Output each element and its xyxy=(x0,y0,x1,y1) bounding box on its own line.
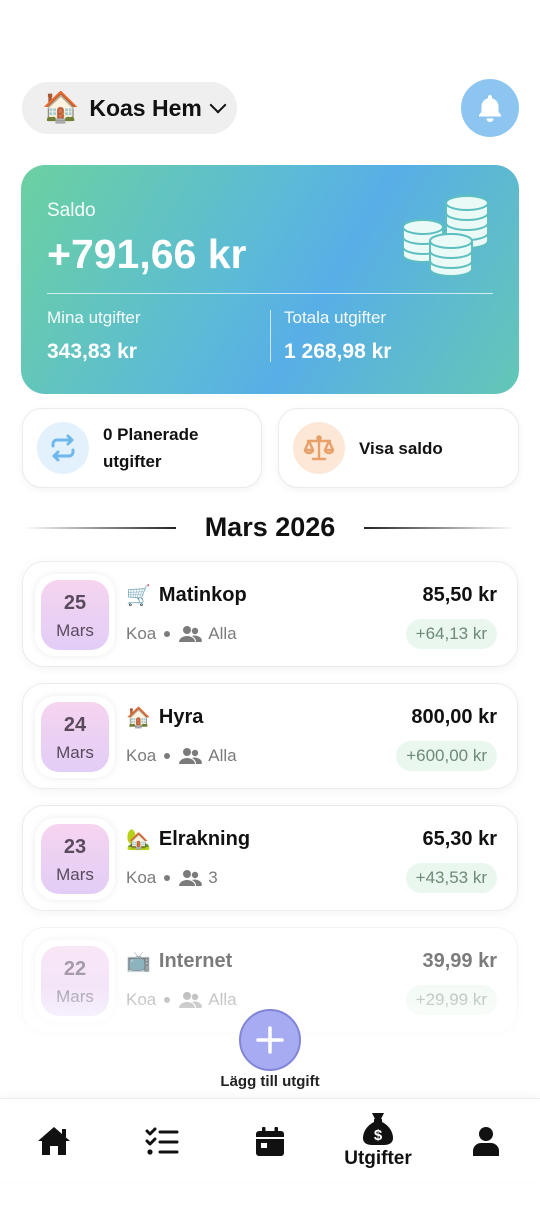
expense-payer: Koa xyxy=(126,746,157,765)
expense-day: 24 xyxy=(63,714,87,736)
separator-dot xyxy=(164,753,171,759)
expense-participants: Alla xyxy=(208,746,237,765)
date-badge: 25 Mars xyxy=(41,580,109,650)
expense-participants: Alla xyxy=(208,624,237,643)
scale-icon-wrap xyxy=(293,422,345,474)
category-icon: 🏠 xyxy=(126,705,151,729)
repeat-icon xyxy=(51,434,75,462)
expense-payer: Koa xyxy=(126,624,157,643)
total-expenses-label: Totala utgifter xyxy=(284,308,387,327)
nav-expenses[interactable]: $ Utgifter xyxy=(324,1099,432,1183)
expense-title-text: Elrakning xyxy=(158,827,251,850)
expense-day: 22 xyxy=(63,958,87,980)
expense-title: 🏡 Elrakning xyxy=(126,827,250,851)
expense-amount: 800,00 kr xyxy=(411,706,497,728)
expense-title-text: Internet xyxy=(158,949,233,972)
balance-divider xyxy=(47,293,493,294)
vertical-divider xyxy=(270,310,271,362)
planned-expenses-line1: 0 Planerade xyxy=(103,425,199,444)
nav-home[interactable] xyxy=(0,1099,108,1183)
chevron-down-icon xyxy=(209,96,227,114)
checklist-icon xyxy=(145,1127,179,1155)
expense-share: +43,53 kr xyxy=(405,863,497,893)
nav-tasks[interactable] xyxy=(108,1099,216,1183)
expense-payer: Koa xyxy=(126,868,157,887)
money-bag-icon: $ xyxy=(363,1113,393,1145)
user-icon xyxy=(473,1127,499,1156)
expense-title: 🛒 Matinkop xyxy=(126,583,247,607)
total-expenses: Totala utgifter 1 268,98 kr xyxy=(284,308,391,364)
notifications-button[interactable] xyxy=(461,79,519,137)
expense-month: Mars xyxy=(56,743,94,762)
expense-card[interactable]: 25 Mars 🛒 Matinkop Koa Alla 85,50 kr +64… xyxy=(22,561,518,667)
expense-card[interactable]: 23 Mars 🏡 Elrakning Koa 3 65,30 kr +43,5… xyxy=(22,805,518,911)
month-header: Mars 2026 xyxy=(24,508,516,546)
balance-label: Saldo xyxy=(47,200,96,221)
expense-meta: Koa 3 xyxy=(126,868,218,888)
add-expense-button[interactable] xyxy=(239,1009,301,1071)
expense-month: Mars xyxy=(56,865,94,884)
expense-title-text: Hyra xyxy=(158,705,204,728)
expense-day: 23 xyxy=(63,836,87,858)
category-icon: 🛒 xyxy=(126,583,151,607)
bell-icon xyxy=(479,95,501,122)
header: 🏠 Koas Hem xyxy=(22,79,519,137)
expense-meta: Koa Alla xyxy=(126,746,237,766)
expense-card[interactable]: 24 Mars 🏠 Hyra Koa Alla 800,00 kr +600,0… xyxy=(22,683,518,789)
planned-expenses-line2: utgifter xyxy=(103,452,162,471)
show-balance-label: Visa saldo xyxy=(359,438,443,458)
add-expense-label: Lägg till utgift xyxy=(220,1073,320,1090)
svg-text:$: $ xyxy=(374,1127,383,1144)
show-balance-button[interactable]: Visa saldo xyxy=(278,408,519,488)
people-icon xyxy=(178,625,203,643)
household-name: Koas Hem xyxy=(89,94,202,121)
nav-expenses-label: Utgifter xyxy=(344,1148,412,1169)
calendar-icon xyxy=(256,1127,284,1156)
date-badge-frame: 23 Mars xyxy=(35,818,115,900)
nav-profile[interactable] xyxy=(432,1099,540,1183)
repeat-icon-wrap xyxy=(37,422,89,474)
expense-month: Mars xyxy=(56,621,94,640)
scale-icon xyxy=(303,435,335,461)
balance-card: Saldo +791,66 kr Mina utgifter 343,83 kr… xyxy=(21,165,519,394)
balance-value: +791,66 kr xyxy=(47,231,247,277)
expense-amount: 39,99 kr xyxy=(422,950,497,972)
date-badge-frame: 25 Mars xyxy=(35,574,115,656)
category-icon: 🏡 xyxy=(126,827,151,851)
house-icon: 🏠 xyxy=(42,90,80,125)
plus-icon xyxy=(256,1026,284,1054)
date-badge: 24 Mars xyxy=(41,702,109,772)
planned-expenses-button[interactable]: 0 Planerade utgifter xyxy=(22,408,262,488)
people-icon xyxy=(178,869,203,887)
bottom-nav: $ Utgifter xyxy=(0,1098,540,1182)
people-icon xyxy=(178,747,203,765)
expense-title: 📺 Internet xyxy=(126,949,232,973)
my-expenses: Mina utgifter 343,83 kr xyxy=(47,308,141,364)
category-icon: 📺 xyxy=(126,949,151,973)
household-selector[interactable]: 🏠 Koas Hem xyxy=(22,82,237,134)
coins-icon xyxy=(403,195,489,277)
separator-dot xyxy=(164,631,171,637)
expense-share: +600,00 kr xyxy=(396,741,497,771)
expense-day: 25 xyxy=(63,592,87,614)
expense-amount: 65,30 kr xyxy=(422,828,497,850)
expense-amount: 85,50 kr xyxy=(422,584,497,606)
date-badge-frame: 24 Mars xyxy=(35,696,115,778)
my-expenses-value: 343,83 kr xyxy=(47,340,137,363)
expense-title: 🏠 Hyra xyxy=(126,705,203,729)
nav-calendar[interactable] xyxy=(216,1099,324,1183)
my-expenses-label: Mina utgifter xyxy=(47,308,141,327)
separator-dot xyxy=(164,875,171,881)
total-expenses-value: 1 268,98 kr xyxy=(284,340,392,363)
expense-participants: 3 xyxy=(208,868,218,887)
month-line-right xyxy=(364,527,516,529)
expense-title-text: Matinkop xyxy=(158,583,247,606)
expense-meta: Koa Alla xyxy=(126,624,237,644)
planned-expenses-label: 0 Planerade utgifter xyxy=(103,421,198,475)
expense-share: +64,13 kr xyxy=(405,619,497,649)
date-badge: 23 Mars xyxy=(41,824,109,894)
home-icon xyxy=(38,1127,70,1155)
